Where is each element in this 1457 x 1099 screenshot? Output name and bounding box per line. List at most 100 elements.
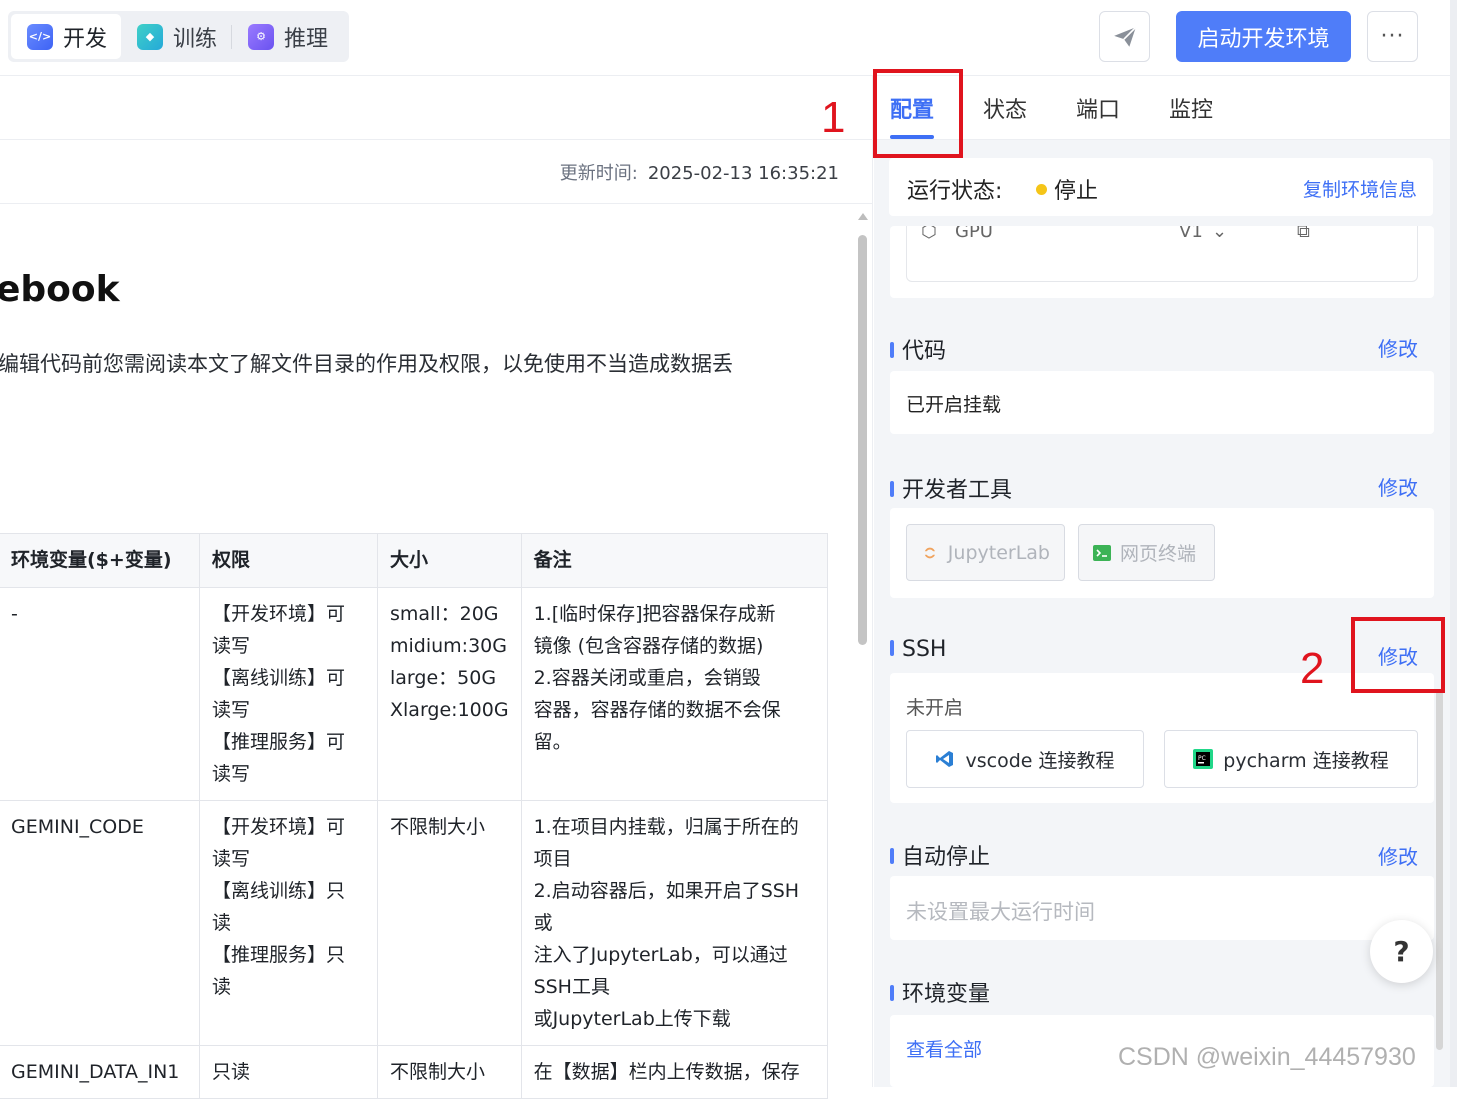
annotation-number-1: 1	[821, 93, 846, 142]
resource-gpu: GPU	[955, 226, 993, 242]
tab-develop-label: 开发	[63, 26, 108, 52]
vscode-tutorial-label: vscode 连接教程	[965, 749, 1115, 772]
size-cell: 不限制大小	[377, 1045, 522, 1099]
table-row: GEMINI_DATA_IN1 只读 不限制大小 在【数据】栏内上传数据，保存	[0, 1045, 828, 1099]
tab-inference[interactable]: ⚙ 推理	[232, 14, 342, 59]
start-dev-env-button[interactable]: 启动开发环境	[1176, 11, 1351, 62]
doc-header	[0, 76, 873, 140]
jupyterlab-label: JupyterLab	[947, 541, 1050, 564]
help-button[interactable]: ?	[1370, 920, 1433, 983]
section-bar	[890, 848, 894, 864]
pycharm-tutorial-button[interactable]: PC pycharm 连接教程	[1164, 730, 1418, 788]
cell-line: 读	[212, 912, 232, 934]
cell-line: 读写	[212, 763, 251, 785]
tab-monitor[interactable]: 监控	[1169, 92, 1213, 124]
cell-line: 【开发环境】可	[212, 816, 346, 838]
doc-scrollbar[interactable]	[855, 211, 871, 1087]
annotation-number-2: 2	[1300, 644, 1325, 693]
scroll-thumb[interactable]	[858, 235, 867, 645]
vscode-tutorial-button[interactable]: vscode 连接教程	[906, 730, 1144, 788]
send-button[interactable]	[1099, 11, 1150, 62]
column-header: 权限	[199, 533, 378, 588]
scroll-up-arrow-icon[interactable]	[858, 213, 868, 220]
cell-line: 读写	[212, 848, 251, 870]
table-row: GEMINI_CODE 【开发环境】可 读写 【离线训练】只 读 【推理服务】只…	[0, 800, 828, 1046]
env-section-title: 环境变量	[890, 976, 990, 1008]
autostop-status-text: 未设置最大运行时间	[906, 900, 1095, 924]
cell-line: 或	[533, 912, 553, 934]
table-header-row: 环境变量($+变量) 权限 大小 备注	[0, 533, 828, 588]
cell-line: 读	[212, 976, 232, 998]
code-icon: </>	[27, 23, 53, 50]
more-button[interactable]: ···	[1367, 11, 1418, 62]
doc-panel: 更新时间: 2025-02-13 16:35:21 ebook 编辑代码前您需阅读…	[0, 76, 873, 1099]
jupyter-icon	[922, 547, 938, 558]
resource-spec: ⬡ GPU V1 ⌄ ⧉	[906, 226, 1418, 282]
tab-develop[interactable]: </> 开发	[11, 14, 122, 59]
run-status-card: 运行状态: 停止 复制环境信息	[889, 158, 1433, 216]
panel-scrollbar[interactable]	[1436, 690, 1443, 1050]
autostop-section-title: 自动停止	[890, 839, 990, 871]
paper-plane-icon	[1113, 26, 1136, 47]
column-header: 大小	[377, 533, 522, 588]
cell-line: 【推理服务】只	[212, 944, 346, 966]
cell-line: small：20G	[390, 603, 499, 625]
cell-line: 在【数据】栏内上传数据，保存	[533, 1061, 800, 1083]
tab-inference-label: 推理	[284, 26, 329, 52]
cell-line: 不限制大小	[390, 816, 486, 838]
devtools-title-text: 开发者工具	[902, 478, 1013, 503]
tab-train[interactable]: ◆ 训练	[121, 14, 231, 59]
divider	[0, 203, 873, 204]
inference-icon: ⚙	[248, 23, 275, 50]
autostop-edit-link[interactable]: 修改	[1378, 841, 1418, 870]
perm-cell: 只读	[199, 1045, 378, 1099]
update-value: 2025-02-13 16:35:21	[647, 163, 839, 184]
cell-line: 【离线训练】只	[212, 880, 346, 902]
section-bar	[890, 640, 894, 656]
copy-env-info-link[interactable]: 复制环境信息	[1303, 175, 1417, 202]
cell-line: 【开发环境】可	[212, 603, 346, 625]
watermark: CSDN @weixin_44457930	[1118, 1043, 1416, 1071]
cell-line: 镜像 (包含容器存储的数据)	[533, 635, 764, 657]
chevron-down-icon: ⌄	[1212, 226, 1228, 242]
terminal-icon	[1093, 544, 1111, 561]
note-cell: 1.在项目内挂载，归属于所在的 项目 2.启动容器后，如果开启了SSH 或 注入…	[520, 800, 828, 1046]
annotation-box-1	[873, 69, 963, 158]
pycharm-icon: PC	[1193, 749, 1214, 769]
env-title-text: 环境变量	[902, 982, 991, 1007]
code-card: 已开启挂载	[890, 371, 1434, 434]
var-cell: GEMINI_CODE	[0, 800, 200, 1046]
resource-card: ⬡ GPU V1 ⌄ ⧉	[890, 226, 1434, 298]
ssh-section-title: SSH	[890, 637, 946, 662]
run-status-value: 停止	[1054, 179, 1099, 204]
cell-line: 【离线训练】可	[212, 667, 346, 689]
mode-switcher: </> 开发 ◆ 训练 ⚙ 推理	[8, 11, 349, 62]
cell-line: 2.容器关闭或重启，会销毁	[533, 667, 761, 689]
cell-line: large：50G	[390, 667, 497, 689]
section-bar	[890, 342, 894, 358]
run-status-label: 运行状态:	[907, 179, 1003, 204]
doc-paragraph: 编辑代码前您需阅读本文了解文件目录的作用及权限，以免使用不当造成数据丢	[0, 352, 733, 376]
web-terminal-label: 网页终端	[1120, 543, 1197, 565]
tab-train-label: 训练	[173, 26, 218, 52]
cell-line: 或JupyterLab上传下载	[533, 1008, 731, 1030]
cell-line: SSH工具	[533, 976, 610, 998]
cell-line: 留。	[533, 731, 572, 753]
var-cell: GEMINI_DATA_IN1	[0, 1045, 200, 1099]
view-all-env-link[interactable]: 查看全部	[906, 1035, 982, 1062]
cell-line: Xlarge:100G	[390, 699, 509, 721]
cell-line: 2.启动容器后，如果开启了SSH	[533, 880, 800, 902]
code-edit-link[interactable]: 修改	[1378, 333, 1418, 362]
svg-text:PC: PC	[1198, 755, 1206, 762]
tab-ports[interactable]: 端口	[1076, 92, 1120, 124]
tab-status[interactable]: 状态	[983, 92, 1027, 124]
devtools-edit-link[interactable]: 修改	[1378, 472, 1418, 501]
cell-line: 【推理服务】可	[212, 731, 346, 753]
top-bar: </> 开发 ◆ 训练 ⚙ 推理 启动开发环境 ···	[0, 0, 1450, 76]
cube-icon: ⬡	[921, 226, 937, 242]
web-terminal-button[interactable]: 网页终端	[1078, 524, 1215, 581]
table-row: - 【开发环境】可 读写 【离线训练】可 读写 【推理服务】可 读写 small…	[0, 587, 828, 801]
code-status-text: 已开启挂载	[906, 394, 1002, 416]
directory-table: 环境变量($+变量) 权限 大小 备注 - 【开发环境】可 读写 【离线训练】可…	[0, 533, 828, 1099]
jupyterlab-button[interactable]: JupyterLab	[906, 524, 1065, 581]
